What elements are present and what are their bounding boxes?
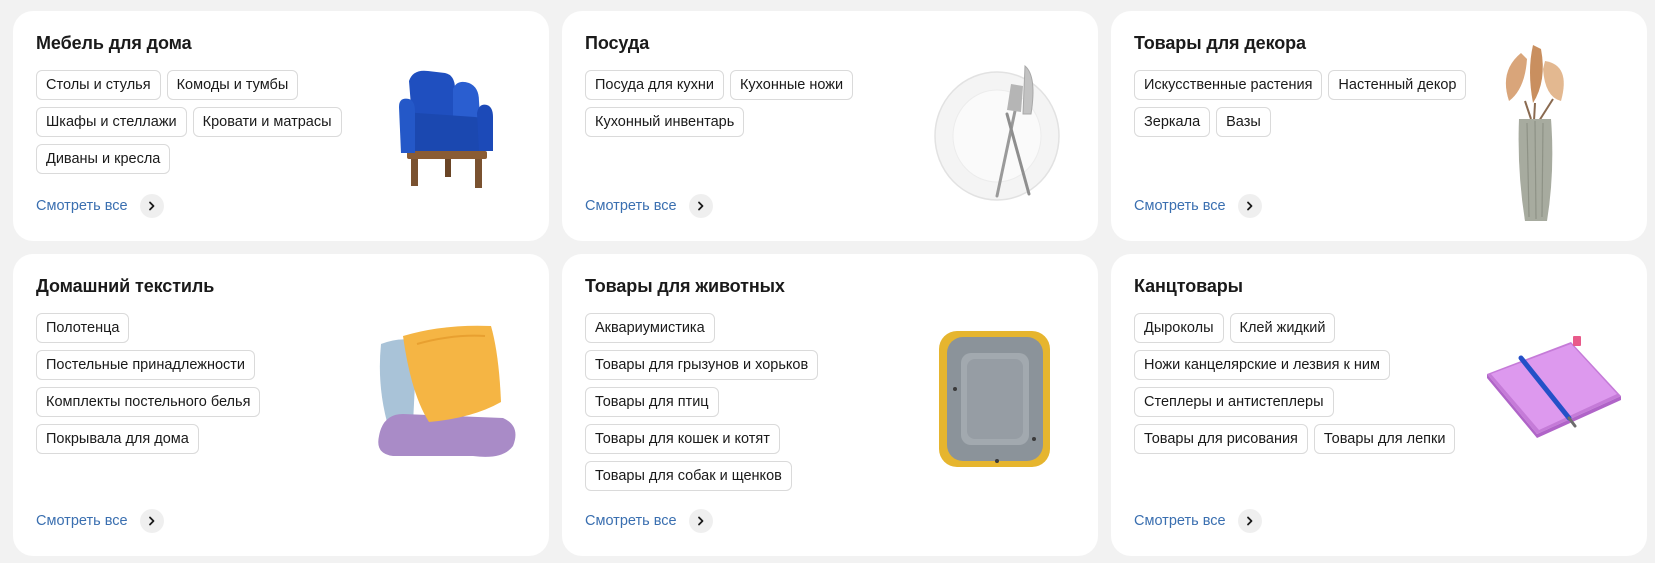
category-chip[interactable]: Зеркала <box>1134 107 1211 137</box>
vase-icon <box>1505 45 1564 221</box>
category-chip[interactable]: Комплекты постельного белья <box>36 387 261 417</box>
category-card-stationery[interactable]: Канцтовары Дыроколы Клей жидкий Ножи кан… <box>1111 254 1647 556</box>
see-all-label: Смотреть все <box>1134 198 1226 214</box>
category-chip[interactable]: Кухонный инвентарь <box>585 107 745 137</box>
see-all-label: Смотреть все <box>585 198 677 214</box>
category-chip[interactable]: Ножи канцелярские и лезвия к ним <box>1134 350 1390 380</box>
category-chip[interactable]: Товары для грызунов и хорьков <box>585 350 819 380</box>
category-chip[interactable]: Настенный декор <box>1328 70 1467 100</box>
chevron-right-icon <box>688 509 713 533</box>
pet-bed-icon <box>939 331 1050 467</box>
card-title[interactable]: Канцтовары <box>1134 276 1243 297</box>
category-chip[interactable]: Диваны и кресла <box>36 144 171 174</box>
chevron-right-icon <box>139 509 164 533</box>
category-chip[interactable]: Комоды и тумбы <box>166 70 299 100</box>
category-chip[interactable]: Вазы <box>1216 107 1271 137</box>
category-card-dishes[interactable]: Посуда Посуда для кухни Кухонные ножи Ку… <box>562 11 1098 241</box>
chevron-right-icon <box>1237 194 1262 218</box>
category-chip[interactable]: Клей жидкий <box>1229 313 1336 343</box>
category-chip[interactable]: Товары для лепки <box>1313 424 1456 454</box>
see-all-link[interactable]: Смотреть все <box>1134 509 1262 533</box>
category-chip[interactable]: Товары для птиц <box>585 387 719 417</box>
see-all-label: Смотреть все <box>36 198 128 214</box>
category-chip[interactable]: Степлеры и антистеплеры <box>1134 387 1334 417</box>
card-title[interactable]: Посуда <box>585 33 649 54</box>
see-all-link[interactable]: Смотреть все <box>36 194 164 218</box>
chevron-right-icon <box>139 194 164 218</box>
category-chip[interactable]: Столы и стулья <box>36 70 161 100</box>
category-chip[interactable]: Товары для кошек и котят <box>585 424 780 454</box>
chip-list: Полотенца Постельные принадлежности Комп… <box>36 313 376 454</box>
card-title[interactable]: Товары для декора <box>1134 33 1306 54</box>
category-chip[interactable]: Покрывала для дома <box>36 424 199 454</box>
see-all-link[interactable]: Смотреть все <box>36 509 164 533</box>
see-all-label: Смотреть все <box>1134 513 1226 529</box>
see-all-link[interactable]: Смотреть все <box>585 509 713 533</box>
category-chip[interactable]: Полотенца <box>36 313 130 343</box>
category-chip[interactable]: Искусственные растения <box>1134 70 1323 100</box>
category-chip[interactable]: Товары для собак и щенков <box>585 461 792 491</box>
notebook-pen-icon <box>1487 336 1621 438</box>
category-card-pets[interactable]: Товары для животных Аквариумистика Товар… <box>562 254 1098 556</box>
see-all-label: Смотреть все <box>585 513 677 529</box>
category-chip[interactable]: Кровати и матрасы <box>192 107 342 137</box>
category-chip[interactable]: Аквариумистика <box>585 313 715 343</box>
armchair-icon <box>399 70 493 188</box>
category-chip[interactable]: Кухонные ножи <box>729 70 854 100</box>
category-card-textile[interactable]: Домашний текстиль Полотенца Постельные п… <box>13 254 549 556</box>
chevron-right-icon <box>688 194 713 218</box>
category-chip[interactable]: Товары для рисования <box>1134 424 1308 454</box>
pillows-icon <box>378 325 516 457</box>
see-all-label: Смотреть все <box>36 513 128 529</box>
chevron-right-icon <box>1237 509 1262 533</box>
chip-list: Аквариумистика Товары для грызунов и хор… <box>585 313 925 491</box>
card-title[interactable]: Мебель для дома <box>36 33 192 54</box>
category-chip[interactable]: Постельные принадлежности <box>36 350 256 380</box>
chip-list: Посуда для кухни Кухонные ножи Кухонный … <box>585 70 925 137</box>
chip-list: Искусственные растения Настенный декор З… <box>1134 70 1474 137</box>
chip-list: Дыроколы Клей жидкий Ножи канцелярские и… <box>1134 313 1474 454</box>
category-card-furniture[interactable]: Мебель для дома Столы и стулья Комоды и … <box>13 11 549 241</box>
plate-cutlery-icon <box>934 64 1060 201</box>
see-all-link[interactable]: Смотреть все <box>585 194 713 218</box>
category-chip[interactable]: Посуда для кухни <box>585 70 724 100</box>
chip-list: Столы и стулья Комоды и тумбы Шкафы и ст… <box>36 70 376 174</box>
card-title[interactable]: Товары для животных <box>585 276 785 297</box>
category-card-decor[interactable]: Товары для декора Искусственные растения… <box>1111 11 1647 241</box>
card-title[interactable]: Домашний текстиль <box>36 276 214 297</box>
see-all-link[interactable]: Смотреть все <box>1134 194 1262 218</box>
category-grid: Мебель для дома Столы и стулья Комоды и … <box>0 0 1655 563</box>
category-chip[interactable]: Дыроколы <box>1134 313 1224 343</box>
category-chip[interactable]: Шкафы и стеллажи <box>36 107 187 137</box>
